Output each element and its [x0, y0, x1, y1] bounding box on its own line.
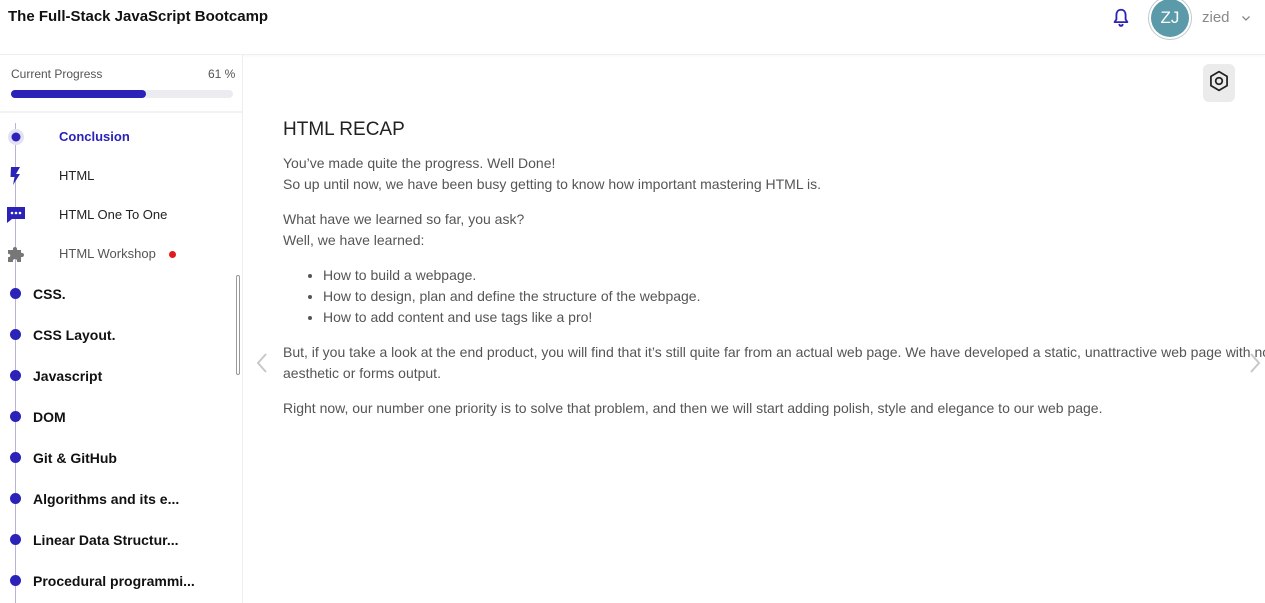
- circle-dot-icon: [6, 128, 26, 146]
- question-paragraph: What have we learned so far, you ask? We…: [283, 209, 1265, 251]
- chapter-label: Linear Data Structur...: [33, 532, 179, 548]
- chapter-label: Javascript: [33, 368, 103, 384]
- chat-icon: [6, 206, 26, 224]
- sidebar-item-label: HTML One To One: [59, 207, 168, 222]
- sidebar-chapter-dom[interactable]: DOM: [0, 402, 236, 432]
- puzzle-icon: [6, 245, 26, 263]
- timeline-dot: [10, 288, 21, 299]
- list-item: How to design, plan and define the struc…: [323, 286, 1265, 307]
- text-line: What have we learned so far, you ask?: [283, 211, 525, 227]
- chapter-label: CSS.: [33, 286, 66, 302]
- timeline-dot: [10, 493, 21, 504]
- course-sidebar: Current Progress 61 % Conclusion HTML HT…: [0, 55, 243, 603]
- sidebar-chapter-javascript[interactable]: Javascript: [0, 361, 236, 391]
- progress-bar-fill: [11, 90, 147, 98]
- progress-bar: [11, 90, 233, 98]
- sidebar-chapter-css[interactable]: CSS.: [0, 279, 236, 309]
- timeline-dot: [10, 575, 21, 586]
- lesson-area: HTML RECAP You’ve made quite the progres…: [243, 55, 1265, 603]
- text-line: So up until now, we have been busy getti…: [283, 176, 821, 192]
- chapter-label: Procedural programmi...: [33, 573, 195, 589]
- timeline-dot: [10, 370, 21, 381]
- chapter-label: Git & GitHub: [33, 450, 117, 466]
- progress-percent: 61 %: [208, 67, 236, 81]
- lesson-content: You’ve made quite the progress. Well Don…: [283, 153, 1265, 433]
- intro-paragraph: You’ve made quite the progress. Well Don…: [283, 153, 1265, 195]
- chevron-down-icon[interactable]: [1240, 11, 1252, 23]
- sidebar-chapter-linear-data-structures[interactable]: Linear Data Structur...: [0, 525, 236, 555]
- timeline-dot: [10, 452, 21, 463]
- timeline-dot: [10, 534, 21, 545]
- progress-label: Current Progress: [11, 67, 103, 81]
- chapter-label: Algorithms and its e...: [33, 491, 180, 507]
- gear-icon: [1208, 70, 1230, 97]
- sidebar-item-label: HTML: [59, 168, 95, 183]
- sidebar-divider: [0, 111, 242, 113]
- sidebar-chapter-git-github[interactable]: Git & GitHub: [0, 443, 236, 473]
- sidebar-item-html[interactable]: HTML: [0, 161, 236, 191]
- bell-icon[interactable]: [1110, 7, 1132, 29]
- sidebar-item-html-workshop[interactable]: HTML Workshop: [0, 239, 236, 269]
- sidebar-item-html-one-to-one[interactable]: HTML One To One: [0, 200, 236, 230]
- new-indicator-dot: [169, 251, 176, 258]
- lesson-title: HTML RECAP: [283, 119, 405, 140]
- course-title: The Full-Stack JavaScript Bootcamp: [8, 8, 269, 25]
- sidebar-item-label: HTML Workshop: [59, 246, 156, 261]
- sidebar-item-conclusion[interactable]: Conclusion: [0, 122, 236, 152]
- user-avatar-button[interactable]: ZJ: [1148, 0, 1192, 40]
- sidebar-chapter-procedural-programming[interactable]: Procedural programmi...: [0, 566, 236, 596]
- top-header: The Full-Stack JavaScript Bootcamp ZJ zi…: [0, 0, 1265, 55]
- list-item: How to build a webpage.: [323, 265, 1265, 286]
- timeline-dot: [10, 411, 21, 422]
- sidebar-chapter-algorithms[interactable]: Algorithms and its e...: [0, 484, 236, 514]
- sidebar-item-label: Conclusion: [59, 129, 130, 144]
- learned-list: How to build a webpage. How to design, p…: [283, 265, 1265, 328]
- lightning-icon: [6, 167, 26, 185]
- text-line: Well, we have learned:: [283, 232, 425, 248]
- username[interactable]: zied: [1202, 9, 1230, 26]
- avatar: ZJ: [1151, 0, 1189, 37]
- list-item: How to add content and use tags like a p…: [323, 307, 1265, 328]
- body-paragraph: But, if you take a look at the end produ…: [283, 344, 1265, 381]
- sidebar-scrollbar[interactable]: [236, 275, 240, 375]
- chapter-label: CSS Layout.: [33, 327, 116, 343]
- body-paragraph: Right now, our number one priority is to…: [283, 400, 1103, 416]
- timeline-dot: [10, 329, 21, 340]
- chapter-label: DOM: [33, 409, 66, 425]
- settings-button[interactable]: [1203, 64, 1235, 102]
- sidebar-chapter-css-layout[interactable]: CSS Layout.: [0, 320, 236, 350]
- chevron-left-icon[interactable]: [255, 351, 269, 375]
- text-line: You’ve made quite the progress. Well Don…: [283, 155, 556, 171]
